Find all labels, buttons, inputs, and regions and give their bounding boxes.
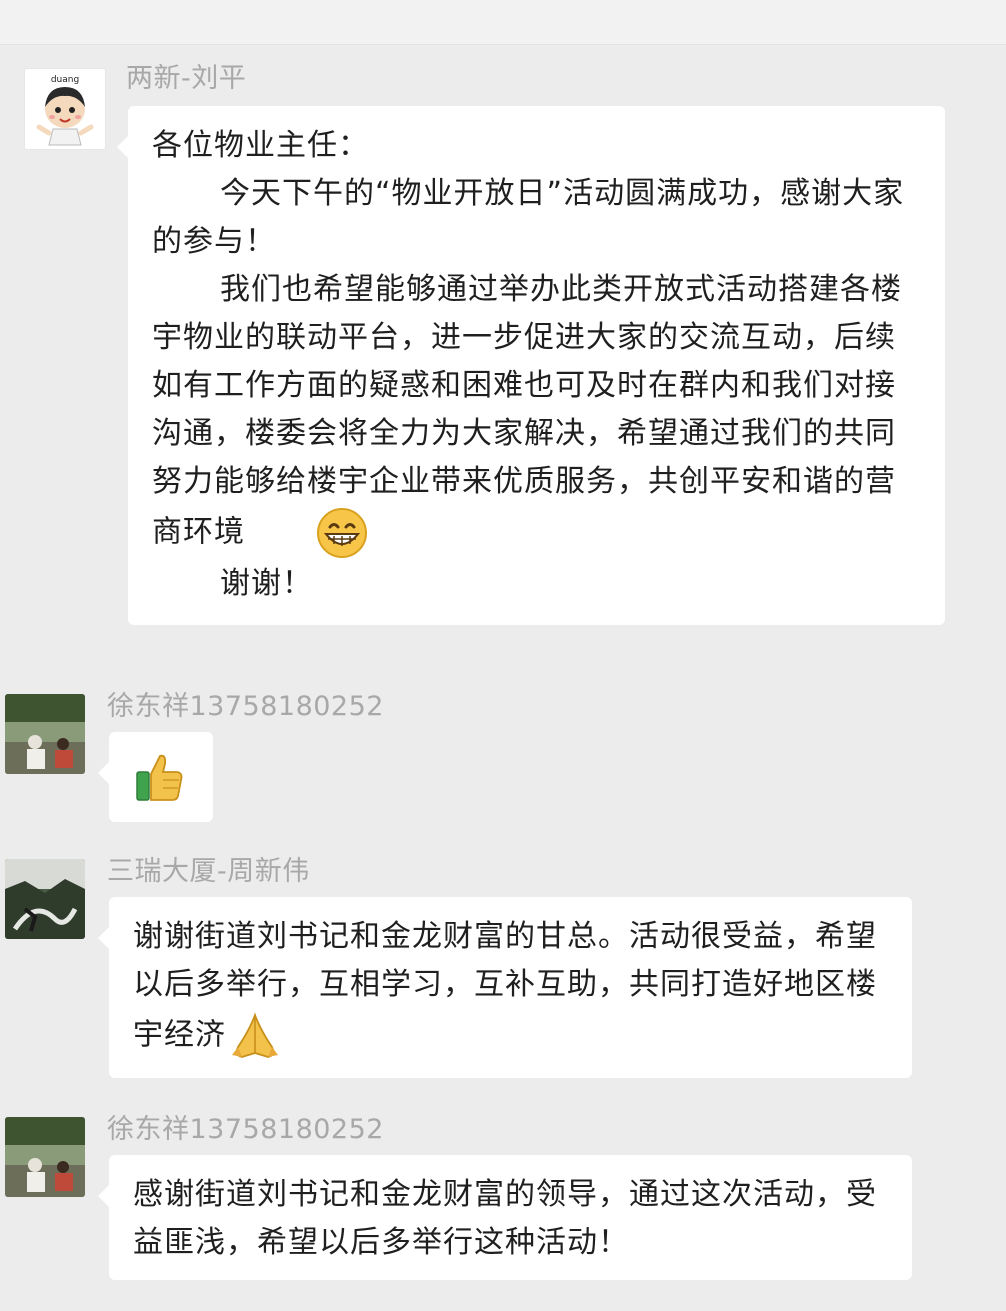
message-paragraph: 各位物业主任：	[152, 128, 369, 163]
sender-name: 徐东祥13758180252	[107, 1114, 384, 1145]
top-bar	[0, 0, 1006, 45]
message-text: 各位物业主任： 今天下午的“物业开放日”活动圆满成功，感谢大家的参与！ 我们也希…	[152, 122, 923, 608]
message-text: 谢谢街道刘书记和金龙财富的甘总。活动很受益，希望以后多举行，互相学习，互补互助，…	[133, 913, 890, 1063]
sender-name: 徐东祥13758180252	[107, 691, 384, 722]
sender-name: 两新-刘平	[126, 63, 247, 94]
grin-emoji-icon	[247, 506, 367, 560]
photo-avatar-icon	[5, 694, 85, 774]
message-bubble[interactable]	[98, 732, 213, 822]
avatar-photo[interactable]	[5, 1117, 85, 1197]
avatar-label: duang	[51, 75, 79, 85]
photo-avatar-icon	[5, 1117, 85, 1197]
message-bubble[interactable]: 感谢街道刘书记和金龙财富的领导，通过这次活动，受益匪浅，希望以后多举行这种活动！	[98, 1155, 912, 1280]
message-paragraph: 谢谢！	[220, 566, 313, 601]
message-bubble[interactable]: 各位物业主任： 今天下午的“物业开放日”活动圆满成功，感谢大家的参与！ 我们也希…	[117, 106, 945, 625]
message-bubble[interactable]: 谢谢街道刘书记和金龙财富的甘总。活动很受益，希望以后多举行，互相学习，互补互助，…	[98, 897, 912, 1078]
avatar-photo[interactable]	[5, 694, 85, 774]
thumbs-up-emoji-icon	[133, 750, 187, 804]
cartoon-avatar-icon: duang	[25, 69, 105, 149]
avatar-cartoon[interactable]: duang	[24, 68, 106, 150]
avatar-photo[interactable]	[5, 859, 85, 939]
message-text: 感谢街道刘书记和金龙财富的领导，通过这次活动，受益匪浅，希望以后多举行这种活动！	[133, 1177, 877, 1260]
message-paragraph: 今天下午的“物业开放日”活动圆满成功，感谢大家的参与！	[152, 176, 905, 259]
message-paragraph: 我们也希望能够通过举办此类开放式活动搭建各楼宇物业的联动平台，进一步促进大家的交…	[152, 266, 923, 560]
photo-avatar-icon	[5, 859, 85, 939]
praying-hands-emoji-icon	[228, 1009, 282, 1063]
sender-name: 三瑞大厦-周新伟	[107, 856, 310, 887]
